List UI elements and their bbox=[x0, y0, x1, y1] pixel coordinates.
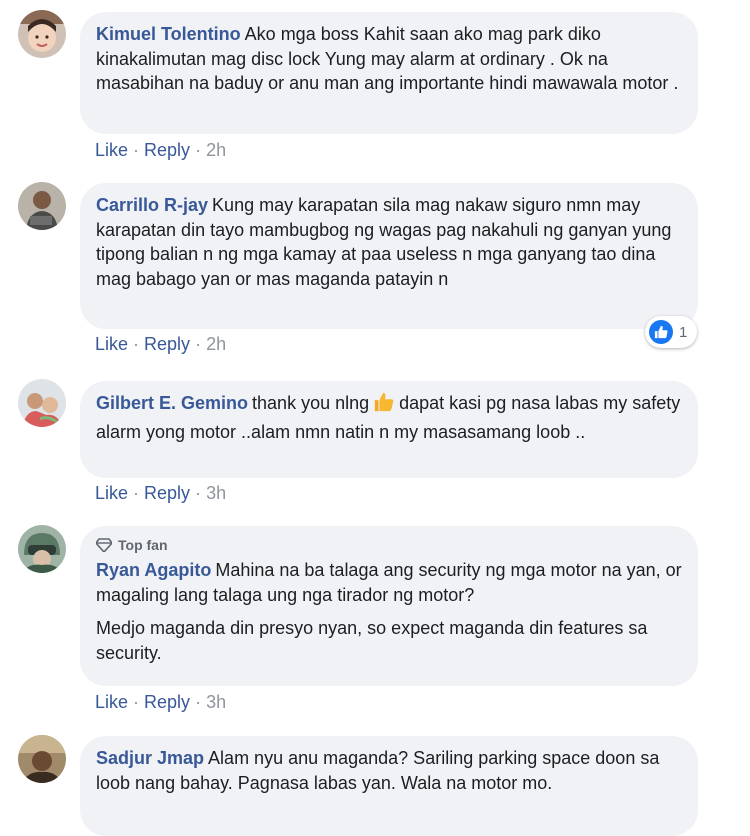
comment-bubble: Carrillo R-jay Kung may karapatan sila ma… bbox=[80, 183, 698, 329]
comment-time[interactable]: 2h bbox=[206, 140, 226, 160]
comment-author[interactable]: Carrillo R-jay bbox=[96, 195, 208, 215]
comment-bubble: Sadjur Jmap Alam nyu anu maganda? Sarilin… bbox=[80, 736, 698, 836]
reply-link[interactable]: Reply bbox=[144, 334, 190, 354]
comment-time[interactable]: 3h bbox=[206, 692, 226, 712]
reply-link[interactable]: Reply bbox=[144, 692, 190, 712]
like-link[interactable]: Like bbox=[95, 692, 128, 712]
like-link[interactable]: Like bbox=[95, 334, 128, 354]
comment-actions: Like · Reply · 3h bbox=[95, 692, 227, 712]
reply-link[interactable]: Reply bbox=[144, 483, 190, 503]
comment-author[interactable]: Ryan Agapito bbox=[96, 560, 211, 580]
comment-bubble: Gilbert E. Gemino thank you nlng dapat kas… bbox=[80, 381, 698, 478]
comment-actions: Like · Reply · 3h bbox=[95, 483, 227, 503]
comment-author[interactable]: Gilbert E. Gemino bbox=[96, 393, 248, 413]
avatar[interactable] bbox=[18, 10, 66, 58]
avatar[interactable] bbox=[18, 182, 66, 230]
comment-actions: Like · Reply · 2h bbox=[95, 334, 227, 354]
comment-text: Carrillo R-jay Kung may karapatan sila ma… bbox=[96, 195, 672, 289]
thumbs-up-emoji-icon bbox=[373, 391, 395, 420]
comment-time[interactable]: 3h bbox=[206, 483, 226, 503]
like-reaction-icon bbox=[649, 320, 673, 344]
comment-text-2: Medjo maganda din presyo nyan, so expect… bbox=[96, 618, 648, 663]
like-link[interactable]: Like bbox=[95, 140, 128, 160]
comment-author[interactable]: Sadjur Jmap bbox=[96, 748, 204, 768]
reaction-count: 1 bbox=[679, 323, 688, 341]
reaction-badge[interactable]: 1 bbox=[645, 316, 698, 348]
like-link[interactable]: Like bbox=[95, 483, 128, 503]
avatar[interactable] bbox=[18, 525, 66, 573]
comment-bubble: Top fan Ryan Agapito Mahina na ba talaga … bbox=[80, 526, 698, 686]
comment-time[interactable]: 2h bbox=[206, 334, 226, 354]
comment-text: Gilbert E. Gemino thank you nlng dapat kas… bbox=[96, 391, 681, 442]
reply-link[interactable]: Reply bbox=[144, 140, 190, 160]
comment-actions: Like · Reply · 2h bbox=[95, 140, 227, 160]
avatar[interactable] bbox=[18, 379, 66, 427]
comment-text: Kimuel Tolentino Ako mga boss Kahit saan … bbox=[96, 24, 679, 93]
comment-text: Sadjur Jmap Alam nyu anu maganda? Sarilin… bbox=[96, 748, 660, 793]
avatar[interactable] bbox=[18, 735, 66, 783]
comment-bubble: Kimuel Tolentino Ako mga boss Kahit saan … bbox=[80, 12, 698, 134]
top-fan-badge: Top fan bbox=[96, 536, 682, 554]
comment-author[interactable]: Kimuel Tolentino bbox=[96, 24, 241, 44]
comment-text: Ryan Agapito Mahina na ba talaga ang secu… bbox=[96, 560, 682, 605]
diamond-icon bbox=[96, 538, 112, 552]
